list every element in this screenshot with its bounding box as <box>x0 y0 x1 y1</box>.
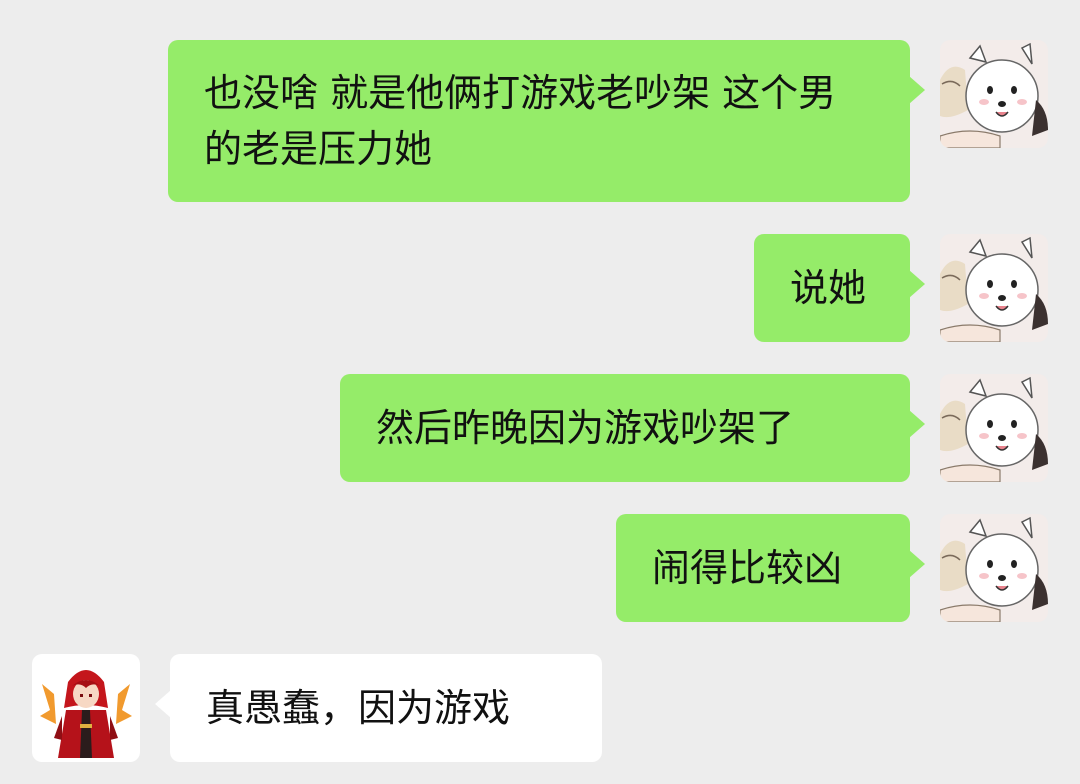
message-text: 也没啥 就是他俩打游戏老吵架 这个男的老是压力她 <box>204 71 837 171</box>
message-text: 然后昨晚因为游戏吵架了 <box>376 406 795 450</box>
my-avatar[interactable] <box>940 40 1048 148</box>
white-dog-hug-avatar-icon <box>940 514 1048 622</box>
message-text: 闹得比较凶 <box>652 546 843 590</box>
outgoing-message-bubble[interactable]: 说她 <box>754 234 925 342</box>
my-avatar[interactable] <box>940 514 1048 622</box>
outgoing-message-bubble[interactable]: 也没啥 就是他俩打游戏老吵架 这个男的老是压力她 <box>168 40 925 202</box>
outgoing-message-bubble[interactable]: 然后昨晚因为游戏吵架了 <box>340 374 925 482</box>
white-dog-hug-avatar-icon <box>940 374 1048 482</box>
outgoing-message-bubble[interactable]: 闹得比较凶 <box>616 514 925 622</box>
my-avatar[interactable] <box>940 374 1048 482</box>
message-text: 说她 <box>790 266 867 310</box>
white-dog-hug-avatar-icon <box>940 234 1048 342</box>
contact-avatar[interactable] <box>32 654 140 762</box>
white-dog-hug-avatar-icon <box>940 40 1048 148</box>
my-avatar[interactable] <box>940 234 1048 342</box>
incoming-message-bubble[interactable]: 真愚蠢，因为游戏 <box>155 654 602 762</box>
message-text: 真愚蠢，因为游戏 <box>206 686 511 730</box>
red-hair-character-avatar-icon <box>32 654 140 762</box>
